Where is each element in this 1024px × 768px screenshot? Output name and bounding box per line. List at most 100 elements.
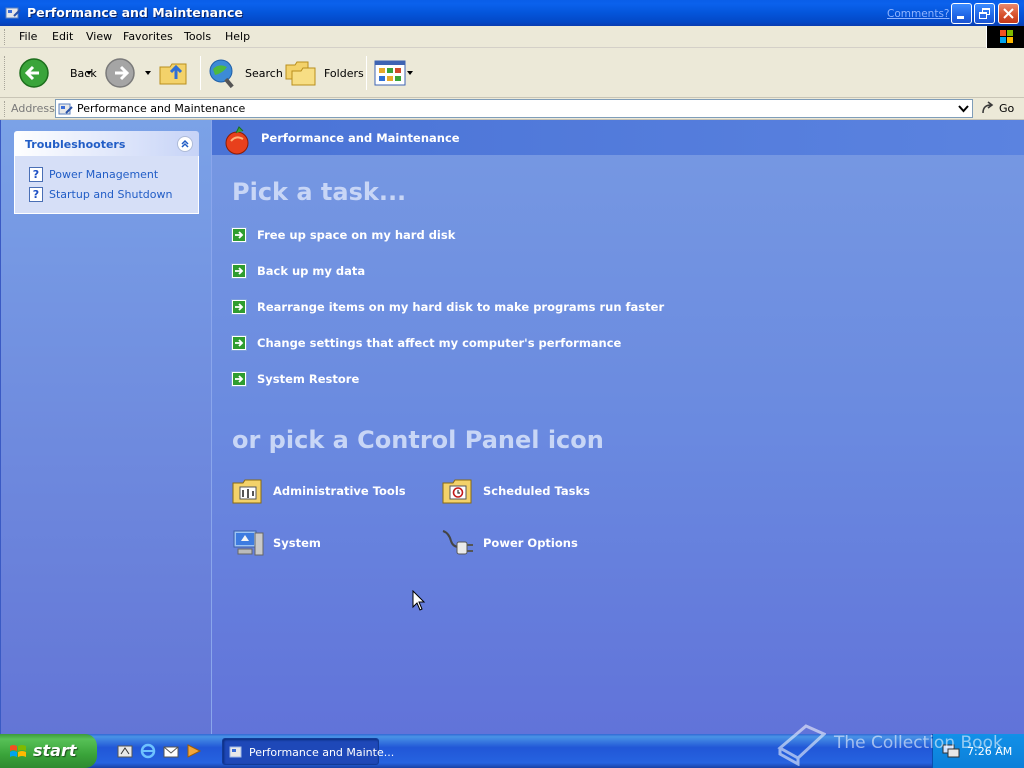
address-dropdown-button[interactable] xyxy=(955,100,972,117)
toolbar: Back Search Folders xyxy=(0,48,1024,98)
collapse-button[interactable] xyxy=(177,136,193,152)
taskbar-window-label: Performance and Mainte... xyxy=(249,746,395,759)
views-icon xyxy=(374,60,406,86)
watermark: The Collection Book xyxy=(776,720,1003,766)
startup-shutdown-label: Startup and Shutdown xyxy=(49,187,173,201)
task-back-up-data[interactable]: Back up my data xyxy=(231,263,365,279)
address-field[interactable]: Performance and Maintenance xyxy=(55,99,973,118)
cp-label: System xyxy=(273,536,321,550)
close-icon xyxy=(1003,8,1014,19)
outlook-express-icon[interactable] xyxy=(163,743,179,759)
control-panel-icon xyxy=(5,7,21,19)
windows-flag-icon xyxy=(10,745,26,757)
cp-scheduled-tasks[interactable]: Scheduled Tasks xyxy=(441,475,590,507)
folder-up-icon xyxy=(159,63,187,85)
scheduled-tasks-icon xyxy=(442,479,472,504)
menu-bar: File Edit View Favorites Tools Help xyxy=(0,26,1024,48)
taskbar-window-button[interactable]: Performance and Mainte... xyxy=(222,738,394,765)
windows-media-player-icon[interactable] xyxy=(186,743,202,759)
title-bar[interactable]: Performance and Maintenance Comments? xyxy=(0,0,1024,26)
task-label: Change settings that affect my computer'… xyxy=(257,336,622,350)
search-button[interactable]: Search xyxy=(207,56,283,90)
cp-power-options[interactable]: Power Options xyxy=(441,527,578,559)
menu-favorites[interactable]: Favorites xyxy=(123,30,173,43)
menu-edit[interactable]: Edit xyxy=(52,30,73,43)
minimize-button[interactable] xyxy=(951,3,972,24)
forward-dropdown-icon[interactable] xyxy=(145,71,151,75)
cp-label: Scheduled Tasks xyxy=(483,484,590,498)
toolbar-separator-2 xyxy=(366,56,367,90)
chevron-down-icon xyxy=(958,105,969,113)
troubleshooters-panel: Troubleshooters ? Power Management ? Sta… xyxy=(14,131,199,214)
back-dropdown-icon[interactable] xyxy=(86,71,92,75)
go-button[interactable]: Go xyxy=(980,100,1020,117)
back-button[interactable]: Back xyxy=(18,56,97,90)
start-button[interactable]: start xyxy=(0,734,97,768)
help-icon: ? xyxy=(29,166,43,182)
troubleshooters-body: ? Power Management ? Startup and Shutdow… xyxy=(14,156,199,214)
windows-flag-icon xyxy=(1000,30,1013,43)
pick-task-heading: Pick a task... xyxy=(232,178,407,206)
windows-logo xyxy=(986,26,1024,48)
toolbar-separator xyxy=(200,56,201,90)
menu-file[interactable]: File xyxy=(19,30,37,43)
up-button[interactable] xyxy=(158,56,192,90)
address-grip xyxy=(4,101,7,117)
troubleshooters-header[interactable]: Troubleshooters xyxy=(14,131,199,156)
cp-administrative-tools[interactable]: Administrative Tools xyxy=(231,475,406,507)
close-button[interactable] xyxy=(998,3,1019,24)
task-arrow-icon xyxy=(231,263,247,279)
task-label: Rearrange items on my hard disk to make … xyxy=(257,300,665,314)
views-button[interactable] xyxy=(374,56,406,90)
folders-label: Folders xyxy=(324,66,364,80)
troubleshooters-title: Troubleshooters xyxy=(25,138,126,151)
minimize-icon xyxy=(957,16,964,19)
internet-explorer-icon[interactable] xyxy=(140,743,156,759)
forward-button[interactable] xyxy=(104,56,136,90)
power-management-link[interactable]: ? Power Management xyxy=(29,166,158,182)
folders-button[interactable]: Folders xyxy=(284,56,364,90)
task-free-up-space[interactable]: Free up space on my hard disk xyxy=(231,227,455,243)
system-icon xyxy=(233,530,264,556)
watermark-text: The Collection Book xyxy=(834,733,1003,753)
start-label: start xyxy=(33,741,77,760)
task-system-restore[interactable]: System Restore xyxy=(231,371,359,387)
cp-system[interactable]: System xyxy=(231,527,321,559)
power-management-label: Power Management xyxy=(49,167,159,181)
toolbar-grip xyxy=(4,56,7,90)
address-label: Address xyxy=(11,102,55,115)
window-title: Performance and Maintenance xyxy=(27,5,243,20)
comments-link[interactable]: Comments? xyxy=(887,8,950,20)
task-arrow-icon xyxy=(231,299,247,315)
folders-icon xyxy=(285,61,316,86)
task-arrow-icon xyxy=(231,371,247,387)
startup-shutdown-link[interactable]: ? Startup and Shutdown xyxy=(29,186,172,202)
go-arrow-icon xyxy=(982,101,994,114)
task-arrow-icon xyxy=(231,227,247,243)
views-dropdown-icon[interactable] xyxy=(407,71,413,75)
cp-label: Power Options xyxy=(483,536,578,550)
task-rearrange-items[interactable]: Rearrange items on my hard disk to make … xyxy=(231,299,664,315)
address-bar: Address Performance and Maintenance Go xyxy=(0,98,1024,120)
search-icon xyxy=(209,59,234,89)
menu-help[interactable]: Help xyxy=(225,30,250,43)
book-icon xyxy=(777,724,826,766)
menu-grip xyxy=(4,29,7,45)
back-label: Back xyxy=(70,66,97,80)
control-panel-small-icon xyxy=(229,746,242,758)
mouse-cursor-icon xyxy=(412,590,426,611)
go-label: Go xyxy=(999,102,1015,115)
back-arrow-icon xyxy=(19,58,49,88)
restore-button[interactable] xyxy=(974,3,995,24)
forward-arrow-icon xyxy=(105,58,135,88)
task-label: System Restore xyxy=(257,372,360,386)
performance-maintenance-icon xyxy=(225,126,249,155)
menu-view[interactable]: View xyxy=(86,30,112,43)
category-title: Performance and Maintenance xyxy=(261,131,460,145)
cp-label: Administrative Tools xyxy=(273,484,406,498)
menu-tools[interactable]: Tools xyxy=(184,30,211,43)
power-options-icon xyxy=(442,530,473,555)
task-change-settings[interactable]: Change settings that affect my computer'… xyxy=(231,335,621,351)
show-desktop-icon[interactable] xyxy=(117,743,133,759)
double-chevron-up-icon xyxy=(181,139,189,148)
